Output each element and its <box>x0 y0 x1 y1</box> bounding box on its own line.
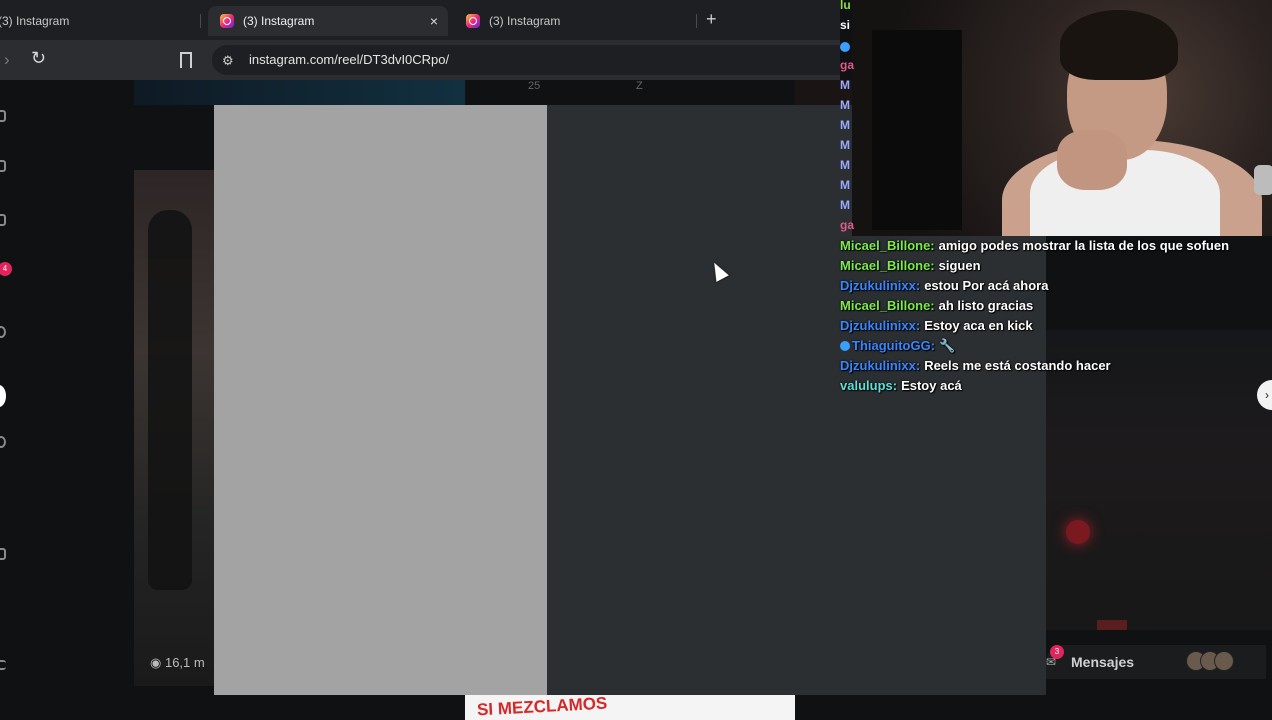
forward-icon[interactable]: › <box>4 50 10 70</box>
chat-text: Estoy aca en kick <box>924 318 1033 333</box>
reload-icon[interactable]: ↻ <box>31 48 46 69</box>
url-text[interactable]: instagram.com/reel/DT3dvI0CRpo/ <box>249 52 449 67</box>
chat-text: siguen <box>938 258 981 273</box>
chat-fragment: M <box>840 198 850 212</box>
photo-light <box>1097 620 1127 630</box>
rail-icon[interactable] <box>0 548 6 560</box>
messages-label: Mensajes <box>1071 654 1135 670</box>
address-toolbar: › ↻ ⚙ instagram.com/reel/DT3dvI0CRpo/ <box>0 40 840 80</box>
chat-message: ThiaguitoGG: 🔧 <box>840 336 1270 356</box>
stat-label: 25 <box>528 80 541 92</box>
stream-chat: Micael_Billone: amigo podes mostrar la li… <box>840 236 1270 396</box>
photo-light <box>1066 520 1090 544</box>
rail-active-indicator <box>0 385 6 407</box>
photo-figure <box>148 210 192 590</box>
eye-icon: ◉ <box>150 655 165 670</box>
view-count: ◉ 16,1 m <box>150 655 205 671</box>
instagram-icon <box>466 14 480 28</box>
thumbnail-caption: SI MEZCLAMOS <box>476 695 608 720</box>
chat-message: Micael_Billone: ah listo gracias <box>840 296 1270 316</box>
chat-fragment: lu <box>840 0 851 12</box>
chat-fragment: ga <box>840 218 855 232</box>
stat-label: Z <box>636 80 643 92</box>
chat-username[interactable]: Djzukulinixx: <box>840 318 920 333</box>
reel-thumbnail[interactable]: SI MEZCLAMOS <box>465 695 795 720</box>
chat-fragment: si <box>840 18 851 32</box>
chat-username[interactable]: Micael_Billone: <box>840 258 935 273</box>
chat-message: Micael_Billone: siguen <box>840 256 1270 276</box>
reel-video[interactable] <box>214 105 547 695</box>
chat-message: Djzukulinixx: estou Por acá ahora <box>840 276 1270 296</box>
webcam-overlay <box>852 0 1272 236</box>
view-count-value: 16,1 m <box>164 655 205 670</box>
chat-username[interactable]: Djzukulinixx: <box>840 278 920 293</box>
tab-instagram-1[interactable]: (3) Instagram <box>0 6 198 36</box>
heart-icon[interactable] <box>0 436 6 448</box>
chat-text: 🔧 <box>939 338 956 353</box>
verified-badge-icon <box>840 341 850 351</box>
chat-text: Estoy acá <box>901 378 962 393</box>
microphone <box>1254 165 1272 195</box>
chat-message: Djzukulinixx: Estoy aca en kick <box>840 316 1270 336</box>
new-tab-button[interactable]: + <box>706 9 717 30</box>
avatar <box>1214 651 1234 671</box>
close-icon[interactable]: × <box>430 13 438 29</box>
chat-username[interactable]: valulups: <box>840 378 897 393</box>
notification-badge: 4 <box>0 262 12 276</box>
webcam-background <box>872 30 962 230</box>
tab-instagram-3[interactable]: (3) Instagram <box>456 6 696 36</box>
screen: (3) Instagram (3) Instagram × (3) Instag… <box>0 0 1272 720</box>
chat-text: estou Por acá ahora <box>924 278 1049 293</box>
chat-fragment: M <box>840 178 850 192</box>
menu-icon[interactable] <box>0 660 6 670</box>
browser-tab-bar: (3) Instagram (3) Instagram × (3) Instag… <box>0 0 840 40</box>
chat-username[interactable]: Micael_Billone: <box>840 238 935 253</box>
tab-label: (3) Instagram <box>489 14 561 28</box>
rail-icon[interactable] <box>0 214 6 226</box>
reel-thumbnail-left[interactable] <box>134 170 214 686</box>
messages-button[interactable]: ✉ 3 Mensajes <box>1046 645 1266 679</box>
bookmark-icon[interactable] <box>180 52 192 74</box>
messages-badge: 3 <box>1050 645 1064 659</box>
chat-text: ah listo gracias <box>938 298 1034 313</box>
home-icon[interactable] <box>0 160 6 172</box>
webcam-person <box>1057 130 1127 190</box>
tab-label: (3) Instagram <box>0 14 70 28</box>
rail-icon[interactable] <box>0 110 6 122</box>
instagram-icon <box>220 14 234 28</box>
chat-fragment: ga <box>840 58 855 72</box>
chat-badge-icon <box>840 42 850 52</box>
chat-username[interactable]: Micael_Billone: <box>840 298 935 313</box>
search-icon[interactable] <box>0 326 6 338</box>
chat-message: Djzukulinixx: Reels me está costando hace… <box>840 356 1270 376</box>
tab-label: (3) Instagram <box>243 14 315 28</box>
chat-fragment: M <box>840 138 850 152</box>
chat-username[interactable]: ThiaguitoGG: <box>852 338 935 353</box>
chat-fragment: M <box>840 158 850 172</box>
chat-message: Micael_Billone: amigo podes mostrar la li… <box>840 236 1270 256</box>
chat-fragment: M <box>840 78 850 92</box>
site-info-icon[interactable]: ⚙ <box>222 53 234 69</box>
chat-text: amigo podes mostrar la lista de los que … <box>938 238 1230 253</box>
chat-fragment: M <box>840 118 850 132</box>
reel-thumbnail[interactable] <box>134 80 465 105</box>
tab-separator <box>200 14 201 28</box>
chat-fragment: M <box>840 98 850 112</box>
chat-message: valulups: Estoy acá <box>840 376 1270 396</box>
webcam-person <box>1060 10 1178 80</box>
tab-separator <box>696 14 697 28</box>
message-avatars <box>1186 651 1246 673</box>
url-bar[interactable]: ⚙ instagram.com/reel/DT3dvI0CRpo/ <box>212 45 840 75</box>
chat-username[interactable]: Djzukulinixx: <box>840 358 920 373</box>
tab-instagram-active[interactable]: (3) Instagram × <box>208 6 448 36</box>
chat-text: Reels me está costando hacer <box>924 358 1111 373</box>
